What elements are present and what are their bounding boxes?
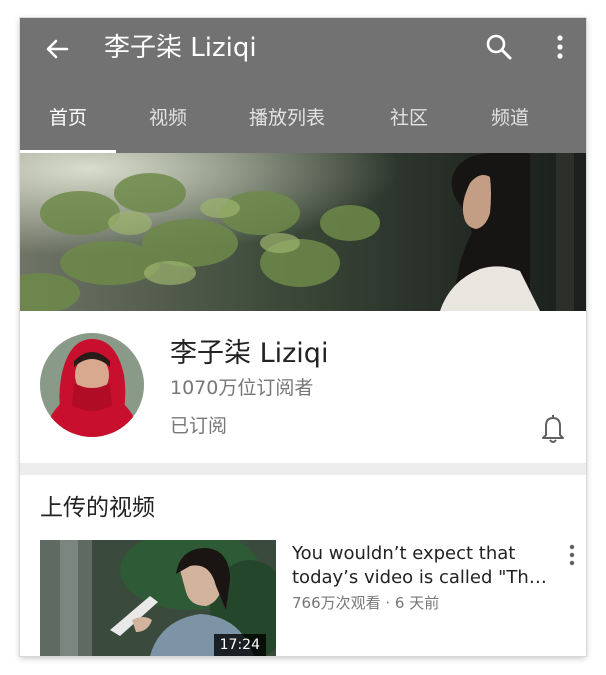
tab-playlists[interactable]: 播放列表 xyxy=(232,96,342,153)
tab-home-label: 首页 xyxy=(48,107,87,129)
app-bar: 李子柒 Liziqi 首页 视频 播放列表 社区 频道 xyxy=(20,18,586,153)
tab-community-label: 社区 xyxy=(389,107,428,129)
video-thumbnail[interactable]: 17:24 xyxy=(40,540,276,656)
page-title: 李子柒 Liziqi xyxy=(104,33,257,63)
tab-bar: 首页 视频 播放列表 社区 频道 xyxy=(20,96,586,153)
more-vert-icon xyxy=(557,35,563,59)
arrow-back-icon xyxy=(46,39,69,59)
tab-home[interactable]: 首页 xyxy=(20,96,116,153)
more-vert-icon xyxy=(569,544,575,566)
tab-channels-label: 频道 xyxy=(490,107,529,129)
video-title[interactable]: You wouldn’t expect that today’s video i… xyxy=(292,542,554,590)
more-options-button[interactable] xyxy=(550,32,570,62)
avatar-image xyxy=(40,333,144,437)
banner-image xyxy=(20,153,586,311)
bell-icon xyxy=(542,415,564,443)
search-button[interactable] xyxy=(484,32,514,62)
video-duration: 17:24 xyxy=(213,634,266,656)
uploads-section-title: 上传的视频 xyxy=(40,495,155,521)
tab-channels[interactable]: 频道 xyxy=(468,96,552,153)
channel-name: 李子柒 Liziqi xyxy=(170,338,329,369)
search-icon xyxy=(486,34,512,60)
video-title-line-2: today’s video is called "Th… xyxy=(292,567,547,588)
tab-playlists-label: 播放列表 xyxy=(248,107,325,129)
phone-screen: 李子柒 Liziqi 首页 视频 播放列表 社区 频道 李子柒 Liziqi 1… xyxy=(20,18,586,656)
channel-banner xyxy=(20,153,586,311)
channel-header: 李子柒 Liziqi 1070万位订阅者 已订阅 xyxy=(20,311,586,463)
video-title-line-1: You wouldn’t expect that xyxy=(292,543,516,564)
tab-videos-label: 视频 xyxy=(148,107,187,129)
tab-community[interactable]: 社区 xyxy=(368,96,450,153)
notification-bell-button[interactable] xyxy=(538,411,568,445)
channel-avatar[interactable] xyxy=(40,333,144,437)
video-menu-button[interactable] xyxy=(564,542,580,568)
video-item[interactable]: 17:24 You wouldn’t expect that today’s v… xyxy=(20,540,586,656)
video-meta: 766万次观看 · 6 天前 xyxy=(292,594,440,612)
back-button[interactable] xyxy=(42,34,72,64)
tab-videos[interactable]: 视频 xyxy=(124,96,212,153)
subscriber-count: 1070万位订阅者 xyxy=(170,377,314,399)
subscribed-button[interactable]: 已订阅 xyxy=(170,411,227,438)
section-divider xyxy=(20,463,586,475)
top-bar: 李子柒 Liziqi xyxy=(20,18,586,80)
